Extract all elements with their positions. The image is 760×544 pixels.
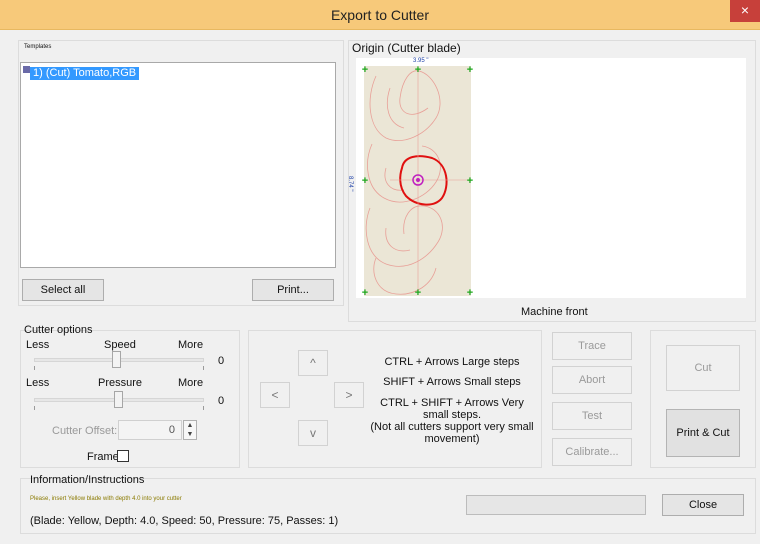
- close-button[interactable]: Close: [662, 494, 744, 516]
- pressure-label: Pressure: [98, 377, 143, 389]
- template-list-item[interactable]: 1) (Cut) Tomato,RGB: [23, 65, 140, 80]
- frame-label: Frame: [87, 451, 119, 463]
- move-right-button[interactable]: >: [334, 382, 364, 408]
- test-button[interactable]: Test: [552, 402, 632, 430]
- speed-slider-thumb[interactable]: [112, 351, 121, 368]
- trace-button[interactable]: Trace: [552, 332, 632, 360]
- chevron-left-icon: <: [271, 388, 279, 402]
- marker-plus-icon: +: [466, 175, 474, 187]
- move-left-button[interactable]: <: [260, 382, 290, 408]
- chevron-up-icon: ^: [310, 356, 316, 370]
- calibrate-button[interactable]: Calibrate...: [552, 438, 632, 466]
- move-up-button[interactable]: ^: [298, 350, 328, 376]
- pressure-more-label: More: [178, 377, 204, 389]
- chevron-down-icon: v: [310, 426, 316, 440]
- frame-checkbox[interactable]: [117, 450, 129, 462]
- cutter-offset-value: 0: [168, 424, 175, 436]
- cutter-options-label: Cutter options: [24, 324, 93, 336]
- height-readout: 8.74 ": [347, 176, 353, 192]
- marker-plus-icon: +: [361, 175, 369, 187]
- speed-value: 0: [218, 355, 225, 367]
- progress-bar: [466, 495, 646, 515]
- machine-front-label: Machine front: [521, 306, 588, 318]
- blade-details: (Blade: Yellow, Depth: 4.0, Speed: 50, P…: [30, 515, 339, 527]
- marker-plus-icon: +: [466, 64, 474, 76]
- select-all-button[interactable]: Select all: [22, 279, 104, 301]
- hint-small-steps: SHIFT + Arrows Small steps: [383, 376, 521, 388]
- move-down-button[interactable]: v: [298, 420, 328, 446]
- slider-tick: [34, 366, 35, 370]
- marker-plus-icon: +: [466, 287, 474, 299]
- marker-plus-icon: +: [361, 64, 369, 76]
- slider-tick: [203, 366, 204, 370]
- cut-button[interactable]: Cut: [666, 345, 740, 391]
- cutter-offset-spinner[interactable]: ▲ ▼: [183, 420, 197, 440]
- cutter-offset-label: Cutter Offset:: [52, 425, 118, 437]
- marker-plus-icon: +: [361, 287, 369, 299]
- pressure-less-label: Less: [26, 377, 50, 389]
- abort-button[interactable]: Abort: [552, 366, 632, 394]
- information-label: Information/Instructions: [30, 474, 145, 486]
- marker-plus-icon: +: [414, 64, 422, 76]
- hint-very-small-steps: CTRL + SHIFT + Arrows Very small steps.: [380, 397, 524, 421]
- speed-less-label: Less: [26, 339, 50, 351]
- templates-label: Templates: [24, 44, 52, 50]
- width-readout: 3.95 ": [413, 58, 429, 64]
- templates-list[interactable]: 1) (Cut) Tomato,RGB: [20, 62, 336, 268]
- template-item-label: 1) (Cut) Tomato,RGB: [30, 67, 140, 80]
- hint-large-steps: CTRL + Arrows Large steps: [384, 356, 520, 368]
- cutter-offset-input[interactable]: 0: [118, 420, 182, 440]
- marker-plus-icon: +: [414, 287, 422, 299]
- cut-preview-canvas: [365, 68, 472, 295]
- print-and-cut-button[interactable]: Print & Cut: [666, 409, 740, 457]
- window-title: Export to Cutter: [330, 7, 430, 23]
- instruction-message: Please, insert Yellow blade with depth 4…: [30, 496, 182, 502]
- window-close-button[interactable]: ×: [730, 0, 760, 22]
- origin-marker-dot: [416, 178, 420, 182]
- speed-more-label: More: [178, 339, 204, 351]
- hint-support-note: (Not all cutters support very small move…: [370, 421, 534, 445]
- pressure-slider-thumb[interactable]: [114, 391, 123, 408]
- template-color-swatch: [23, 66, 30, 73]
- speed-label: Speed: [104, 339, 136, 351]
- chevron-right-icon: >: [345, 388, 353, 402]
- pressure-value: 0: [218, 395, 225, 407]
- origin-label: Origin (Cutter blade): [352, 41, 461, 55]
- print-button[interactable]: Print...: [252, 279, 334, 301]
- design-outline: [365, 70, 443, 295]
- slider-tick: [203, 406, 204, 410]
- slider-tick: [34, 406, 35, 410]
